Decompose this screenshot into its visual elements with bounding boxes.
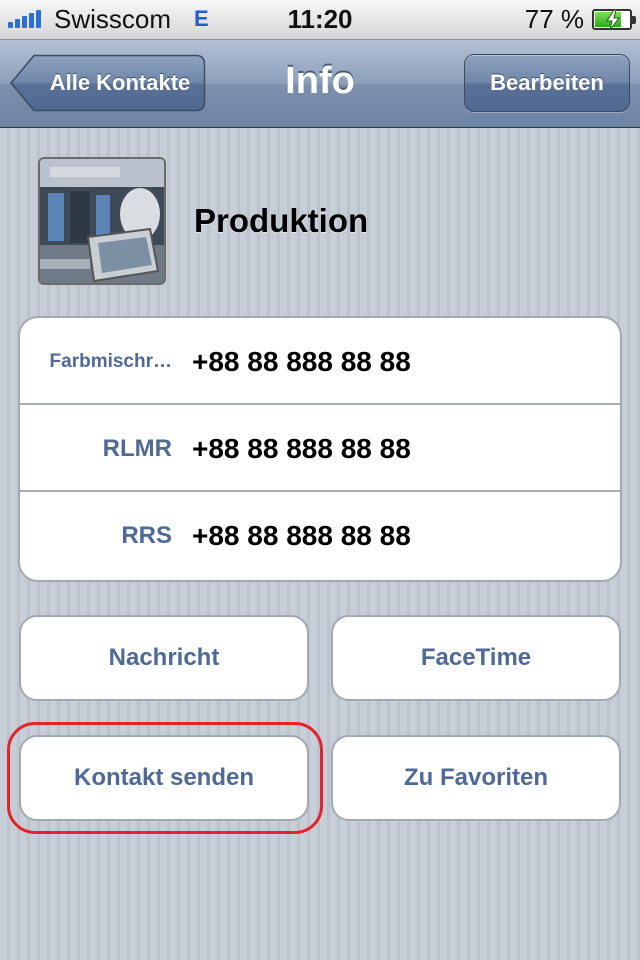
battery-percent: 77 % (524, 4, 584, 34)
phone-number: +88 88 888 88 88 (192, 433, 411, 464)
phone-row[interactable]: RLMR +88 88 888 88 88 (20, 405, 620, 492)
phone-label: Farbmischr… (49, 351, 172, 372)
message-button[interactable]: Nachricht (19, 615, 309, 701)
edit-button[interactable]: Bearbeiten (464, 54, 630, 112)
phone-label: RRS (121, 522, 172, 549)
phone-number: +88 88 888 88 88 (192, 520, 411, 551)
phone-numbers-table: Farbmischr… +88 88 888 88 88 RLMR +88 88… (18, 316, 622, 582)
phone-row[interactable]: Farbmischr… +88 88 888 88 88 (20, 318, 620, 405)
phone-label: RLMR (102, 435, 172, 462)
phone-row[interactable]: RRS +88 88 888 88 88 (20, 492, 620, 579)
status-bar: Swisscom E 11:20 77 % (0, 0, 640, 40)
highlight-annotation (7, 722, 323, 834)
contact-name: Produktion (194, 202, 369, 239)
add-to-favorites-button[interactable]: Zu Favoriten (331, 735, 621, 821)
contact-photo[interactable] (38, 157, 166, 285)
phone-number: +88 88 888 88 88 (192, 346, 411, 377)
battery-charging-icon (592, 9, 636, 31)
navigation-bar: Alle Kontakte Info Bearbeiten (0, 40, 640, 128)
facetime-button[interactable]: FaceTime (331, 615, 621, 701)
